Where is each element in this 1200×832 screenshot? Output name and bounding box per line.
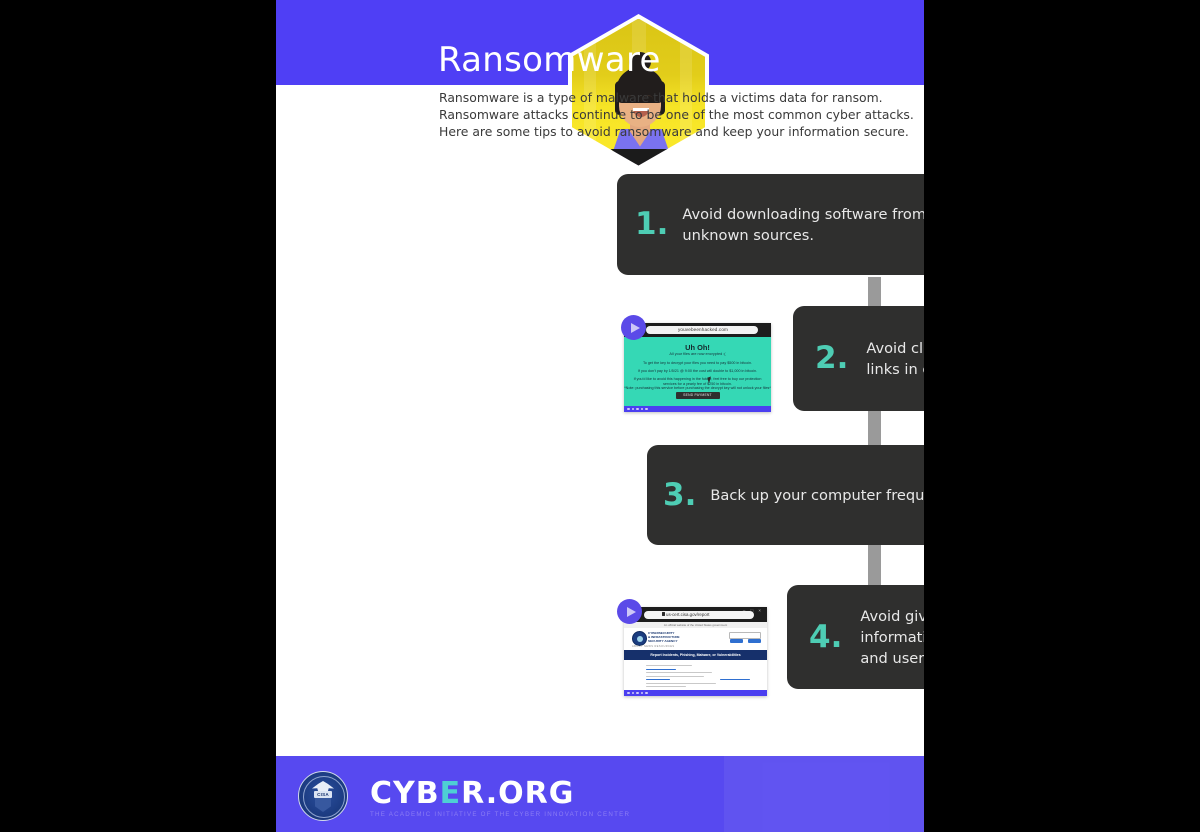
- ransom-line-2: If you don't pay by 1/5/21 @ 9:00 the co…: [637, 369, 758, 373]
- tip-card-2: 2. Avoid clicking untrustworthy links in…: [793, 306, 924, 411]
- ransom-url: youvebeenhacked.com: [677, 327, 729, 333]
- video-progress-bar[interactable]: [624, 406, 771, 412]
- footer-banner: CISA CYBER.ORG THE ACADEMIC INITIATIVE O…: [276, 756, 924, 832]
- video-thumbnail-2[interactable]: youvebeenhacked.com Uh Oh! All your file…: [624, 323, 771, 412]
- agency-name: CYBERSECURITY & INFRASTRUCTURE SECURITY …: [648, 631, 680, 643]
- intro-line-2: Ransomware attacks continue to be one of…: [439, 107, 914, 123]
- play-button-2[interactable]: [621, 315, 646, 340]
- brand-accent-e: E: [439, 776, 462, 811]
- ransom-note-page: Uh Oh! All your files are now encrypted …: [624, 337, 771, 406]
- tip-card-3: 3. Back up your computer frequently.: [647, 445, 924, 545]
- nav-button-a[interactable]: [730, 639, 743, 643]
- tip-number-1: 1.: [635, 206, 669, 242]
- tip-number-3: 3.: [663, 476, 697, 513]
- intro-line-3: Here are some tips to avoid ransomware a…: [439, 124, 909, 140]
- tip-text-2: Avoid clicking untrustworthy links in em…: [866, 339, 924, 378]
- cisa-url: us-cert.cisa.gov/report: [666, 612, 710, 618]
- cisa-seal-logo: CISA: [298, 771, 348, 821]
- cyber-org-logo[interactable]: CYBER.ORG THE ACADEMIC INITIATIVE OF THE…: [370, 776, 631, 819]
- site-header: CYBERSECURITY & INFRASTRUCTURE SECURITY …: [624, 628, 767, 651]
- nav-button-b[interactable]: [748, 639, 761, 643]
- brand-part-2: R.ORG: [461, 776, 575, 811]
- page-title: Ransomware: [438, 40, 661, 80]
- infographic-poster: Ransomware Ransomware is a type of malwa…: [276, 0, 924, 832]
- tip-card-1: 1. Avoid downloading software from unkno…: [617, 174, 924, 275]
- cisa-seal-label: CISA: [314, 791, 332, 798]
- tip-number-2: 2.: [815, 340, 849, 376]
- padlock-icon: [662, 612, 665, 617]
- send-payment-button[interactable]: SEND PAYMENT: [675, 392, 720, 399]
- play-button-4[interactable]: [617, 599, 642, 624]
- video-thumbnail-4[interactable]: us-cert.cisa.gov/report – □ × An officia…: [624, 607, 767, 696]
- video-progress-bar[interactable]: [624, 690, 767, 696]
- brand-part-1: CYB: [370, 776, 440, 811]
- intro-paragraph: Ransomware is a type of malware that hol…: [439, 89, 914, 141]
- ransom-line-1: To get the key to decrypt your files you…: [642, 361, 753, 365]
- ransom-subheading: All your files are now encrypted :(: [669, 352, 726, 356]
- brand-tagline: THE ACADEMIC INITIATIVE OF THE CYBER INN…: [370, 811, 631, 818]
- tip-number-4: 4.: [809, 618, 843, 655]
- window-controls[interactable]: – □ ×: [743, 608, 763, 613]
- site-search-input[interactable]: [729, 632, 761, 639]
- cisa-seal-icon: [632, 631, 647, 646]
- ransom-heading: Uh Oh!: [685, 343, 710, 352]
- intro-line-1: Ransomware is a type of malware that hol…: [439, 90, 883, 105]
- site-menu[interactable]: ABOUT NEWS RESOURCES: [632, 645, 675, 648]
- page-body: [624, 662, 767, 690]
- ransom-line-5: *Note: purchasing this service before pu…: [624, 386, 771, 390]
- tip-text-1: Avoid downloading software from unknown …: [682, 205, 924, 244]
- tip-text-4: Avoid giving away personal information s…: [860, 607, 924, 667]
- agency-line-3: SECURITY AGENCY: [648, 638, 678, 643]
- report-banner: Report Incidents, Phishing, Malware, or …: [624, 650, 767, 660]
- tip-text-3: Back up your computer frequently.: [710, 486, 924, 504]
- tip-card-4: 4. Avoid giving away personal informatio…: [787, 585, 924, 689]
